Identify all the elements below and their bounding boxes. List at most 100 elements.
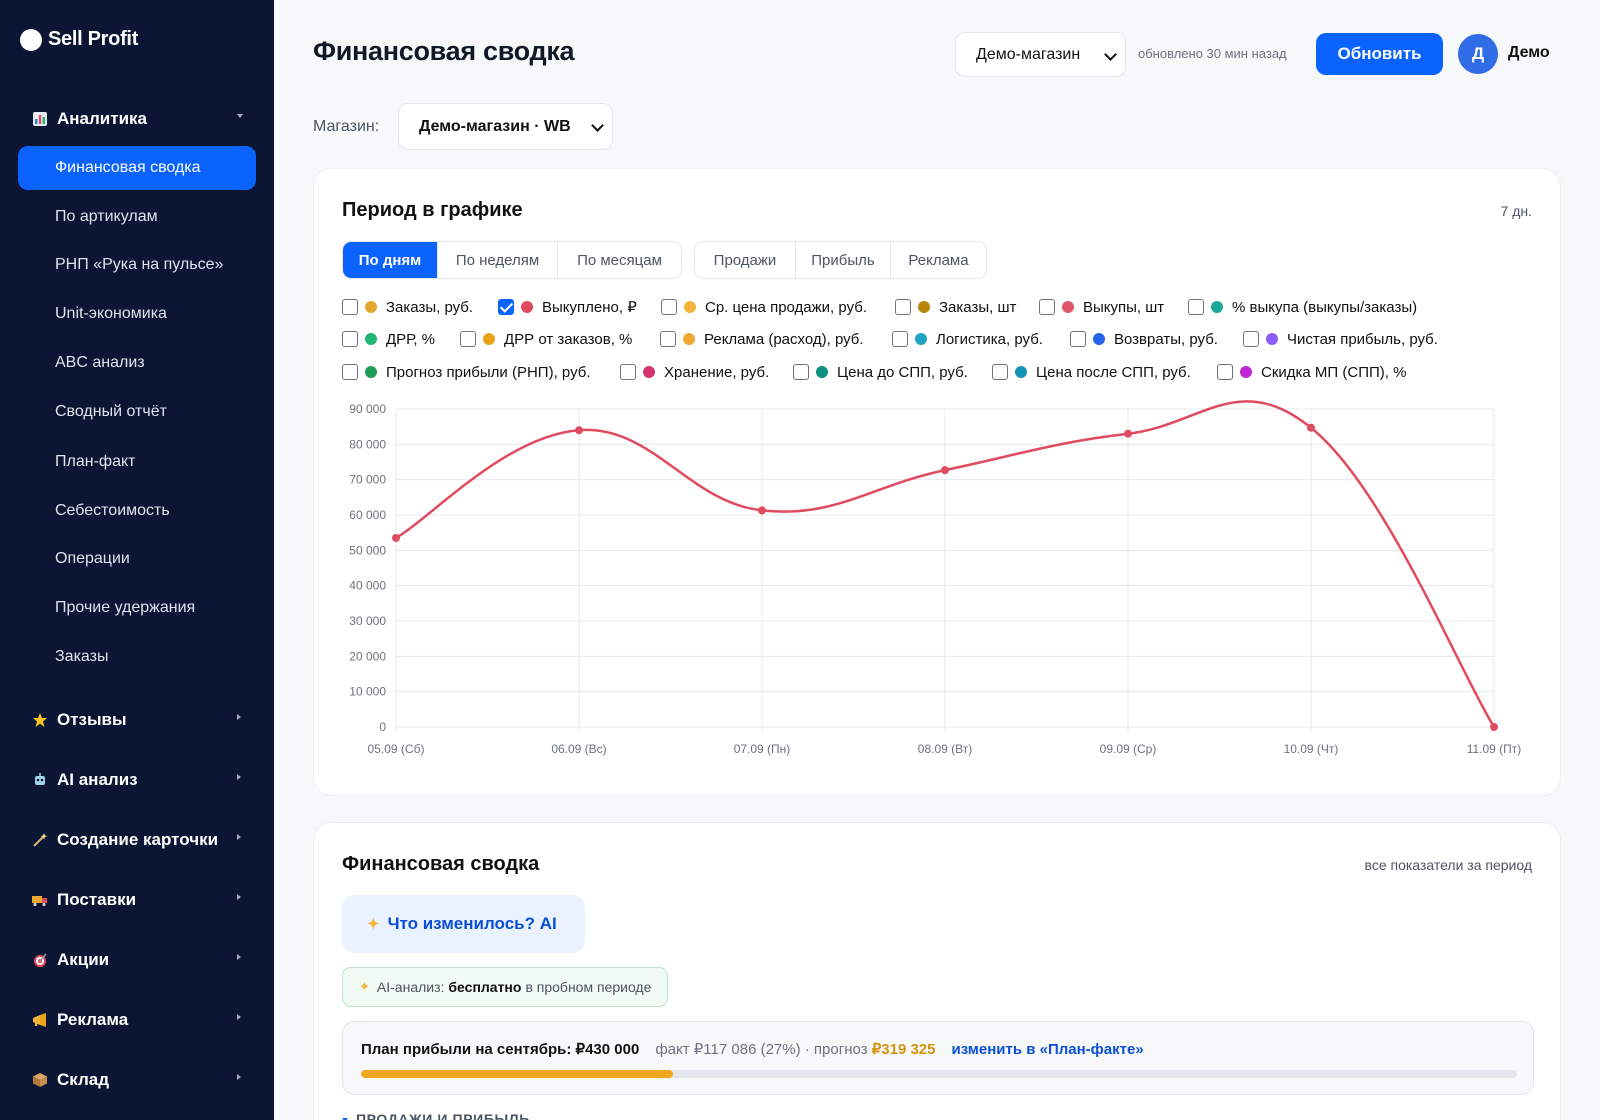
data-point [1307,423,1315,432]
checkbox[interactable] [1188,299,1204,315]
plan-forecast: ₽319 325 [871,1041,936,1058]
chevron-down-icon [237,114,243,118]
ai-what-changed-button[interactable]: ✦ Что изменилось? AI [342,895,585,953]
tab-advertising[interactable]: Реклама [891,242,986,278]
sidebar-item-operations[interactable]: Операции [18,537,256,581]
nav-group-advertising[interactable]: Реклама [0,1000,274,1040]
nav-group-supplies[interactable]: Поставки [0,880,274,920]
legend-ad-spend[interactable]: Реклама (расход), руб. [660,329,864,349]
sparkles-icon: ✦ [359,979,370,994]
nav-group-reviews[interactable]: Отзывы [0,700,274,740]
brand-logo[interactable]: Sell Profit [20,28,138,51]
chevron-down-icon [1104,48,1117,61]
robot-icon [31,771,49,789]
store-select[interactable]: Демо-магазин [955,32,1126,77]
ai-note-bold: бесплатно [448,979,522,995]
plan-progress-bar [361,1070,1517,1078]
legend-mp-discount[interactable]: Скидка МП (СПП), % [1217,362,1406,382]
x-tick-label: 05.09 (Сб) [368,742,425,756]
plan-progress-fill [361,1070,674,1078]
checkbox[interactable] [342,364,358,380]
legend-label: Цена до СПП, руб. [837,363,968,381]
checkbox[interactable] [660,331,676,347]
user-name[interactable]: Демо [1508,44,1550,62]
sales-profit-section-toggle[interactable]: ПРОДАЖИ И ПРИБЫЛЬ [342,1111,530,1120]
checkbox[interactable] [342,299,358,315]
sparkles-icon: ✦ [367,916,380,933]
sidebar-item-summary-report[interactable]: Сводный отчёт [18,390,256,434]
tab-by-weeks[interactable]: По неделям [438,242,558,278]
legend-drr-orders[interactable]: ДРР от заказов, % [460,329,632,349]
legend-profit-forecast[interactable]: Прогноз прибыли (РНП), руб. [342,362,591,382]
data-point [575,426,583,435]
nav-group-ai-analysis[interactable]: AI анализ [0,760,274,800]
series-color-dot [1015,366,1027,378]
legend-drr[interactable]: ДРР, % [342,329,435,349]
edit-plan-link[interactable]: изменить в «План-факте» [951,1041,1143,1058]
sidebar-item-other-deductions[interactable]: Прочие удержания [18,586,256,630]
legend-orders-pcs[interactable]: Заказы, шт [895,297,1016,317]
sidebar-item-cost-price[interactable]: Себестоимость [18,489,256,533]
sidebar-item-financial-summary[interactable]: Финансовая сводка [18,146,256,190]
legend-buyouts-pcs[interactable]: Выкупы, шт [1039,297,1164,317]
tab-by-months[interactable]: По месяцам [558,242,681,278]
data-point [392,533,400,542]
series-color-dot [1211,301,1223,313]
sidebar-item-plan-fact[interactable]: План-факт [18,440,256,484]
legend-label: ДРР от заказов, % [504,330,633,348]
checkbox[interactable] [1217,364,1233,380]
profit-plan-box: План прибыли на сентябрь: ₽430 000 факт … [342,1021,1534,1095]
legend-returns[interactable]: Возвраты, руб. [1070,329,1218,349]
sidebar-item-by-sku[interactable]: По артикулам [18,195,256,239]
checkbox[interactable] [992,364,1008,380]
legend-orders-rub[interactable]: Заказы, руб. [342,297,473,317]
sidebar-item-rnp[interactable]: РНП «Рука на пульсе» [18,243,256,287]
nav-group-card-creation[interactable]: Создание карточки [0,820,274,860]
legend-price-after-spp[interactable]: Цена после СПП, руб. [992,362,1191,382]
tab-by-days[interactable]: По дням [343,242,438,278]
tab-sales[interactable]: Продажи [695,242,796,278]
data-point [941,466,949,475]
tab-profit[interactable]: Прибыль [796,242,891,278]
checkbox[interactable] [1243,331,1259,347]
sidebar: Sell Profit Аналитика Финансовая сводка … [0,0,274,1120]
checkbox[interactable] [895,299,911,315]
legend-price-before-spp[interactable]: Цена до СПП, руб. [793,362,968,382]
y-tick-label: 10 000 [349,685,386,699]
checkbox[interactable] [498,299,514,315]
chevron-down-icon [591,119,604,132]
line-chart: 0 10 000 20 000 30 000 40 000 50 000 60 000 70 … [349,400,1521,756]
sidebar-item-unit-economics[interactable]: Unit-экономика [18,292,256,336]
nav-group-analytics[interactable]: Аналитика [0,99,274,139]
checkbox[interactable] [460,331,476,347]
checkbox[interactable] [892,331,908,347]
y-tick-label: 50 000 [349,543,386,557]
legend-label: Выкуплено, ₽ [542,299,637,316]
page-title: Финансовая сводка [313,36,575,66]
checkbox[interactable] [1039,299,1055,315]
checkbox[interactable] [342,331,358,347]
nav-group-promotions[interactable]: Акции [0,940,274,980]
ai-button-label: Что изменилось? AI [387,914,557,933]
legend-bought-out[interactable]: Выкуплено, ₽ [498,297,637,317]
legend-logistics[interactable]: Логистика, руб. [892,329,1043,349]
legend-avg-price[interactable]: Ср. цена продажи, руб. [661,297,867,317]
shop-select[interactable]: Демо-магазин · WB [398,103,613,150]
legend-buyout-rate[interactable]: % выкупа (выкупы/заказы) [1188,297,1417,317]
plan-line: План прибыли на сентябрь: ₽430 000 факт … [361,1040,1144,1058]
checkbox[interactable] [793,364,809,380]
checkbox[interactable] [620,364,636,380]
checkbox[interactable] [661,299,677,315]
series-color-dot [915,333,927,345]
nav-group-warehouse[interactable]: Склад [0,1060,274,1100]
checkbox[interactable] [1070,331,1086,347]
section-head-label: ПРОДАЖИ И ПРИБЫЛЬ [356,1111,530,1120]
x-tick-label: 08.09 (Вт) [918,742,972,756]
avatar[interactable]: Д [1458,34,1498,74]
sidebar-item-abc-analysis[interactable]: ABC анализ [18,341,256,385]
series-color-dot [816,366,828,378]
legend-net-profit[interactable]: Чистая прибыль, руб. [1243,329,1438,349]
legend-storage[interactable]: Хранение, руб. [620,362,769,382]
refresh-button[interactable]: Обновить [1316,33,1443,75]
sidebar-item-orders[interactable]: Заказы [18,635,256,679]
